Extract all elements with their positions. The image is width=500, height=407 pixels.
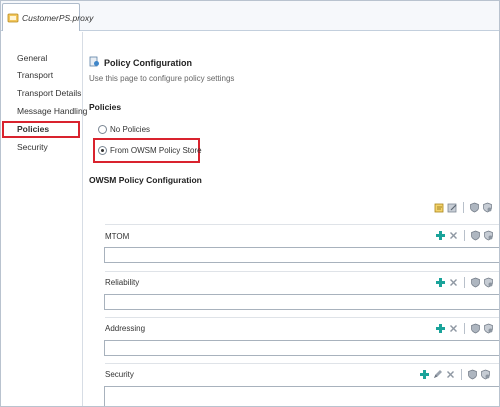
sidebar-item-security[interactable]: Security [17,141,48,153]
sidebar-item-transport-details[interactable]: Transport Details [17,87,81,99]
remove-icon[interactable] [448,323,459,334]
validate-icon[interactable] [469,202,480,213]
radio-label-no-policies: No Policies [110,124,151,134]
override-icon[interactable] [483,277,494,288]
validate-icon[interactable] [467,369,478,380]
toolbar-separator [461,369,462,380]
override-icon[interactable] [483,230,494,241]
validate-icon[interactable] [470,323,481,334]
add-icon[interactable] [435,230,446,241]
validate-icon[interactable] [470,230,481,241]
validate-icon[interactable] [470,277,481,288]
policies-section-title: Policies [89,102,122,112]
owsm-section-title: OWSM Policy Configuration [89,175,202,185]
editor-tab-strip: CustomerPS.proxy [1,1,499,31]
mtom-actions [435,230,494,241]
radio-from-owsm[interactable]: From OWSM Policy Store [98,144,202,156]
override-icon[interactable] [482,202,493,213]
policy-label-addressing: Addressing [105,324,146,333]
add-icon[interactable] [419,369,430,380]
toolbar-separator [464,230,465,241]
policy-field-addressing[interactable] [104,340,499,356]
security-actions [419,369,491,380]
row-divider [105,271,499,272]
edit-icon[interactable] [432,369,443,380]
policy-label-reliability: Reliability [105,278,140,287]
owsm-toolbar [434,202,493,213]
policy-label-mtom: MTOM [105,232,130,241]
add-icon[interactable] [435,323,446,334]
sidebar-item-policies[interactable]: Policies [2,121,80,138]
radio-button-selected[interactable] [98,145,107,155]
sidebar-item-general[interactable]: General [17,52,47,64]
attach-policy-icon[interactable] [434,202,445,213]
row-divider [105,363,499,364]
remove-icon[interactable] [448,230,459,241]
radio-label-from-owsm: From OWSM Policy Store [110,145,202,155]
edit-policy-icon[interactable] [447,202,458,213]
toolbar-separator [464,277,465,288]
row-divider [105,224,499,225]
page-title: Policy Configuration [104,58,193,68]
policy-field-security[interactable] [104,386,499,406]
toolbar-separator [463,202,464,213]
remove-icon[interactable] [445,369,456,380]
override-icon[interactable] [483,323,494,334]
editor-tab-label: CustomerPS.proxy [22,12,94,23]
row-divider [105,317,499,318]
remove-icon[interactable] [448,277,459,288]
policy-label-security: Security [105,370,134,379]
addressing-actions [435,323,494,334]
page-subtitle: Use this page to configure policy settin… [89,74,235,83]
sidebar-item-message-handling[interactable]: Message Handling [17,105,87,117]
override-icon[interactable] [480,369,491,380]
policy-configuration-panel: Policy Configuration Use this page to co… [84,32,499,406]
reliability-actions [435,277,494,288]
policy-config-icon [89,56,100,67]
toolbar-separator [464,323,465,334]
proxy-service-icon [7,12,19,24]
policy-field-mtom[interactable] [104,247,499,263]
add-icon[interactable] [435,277,446,288]
policy-field-reliability[interactable] [104,294,499,310]
editor-tab-customerps[interactable]: CustomerPS.proxy [2,3,93,31]
sidebar-nav: General Transport Transport Details Mess… [1,32,87,406]
radio-no-policies[interactable]: No Policies [98,123,150,135]
radio-button[interactable] [98,124,107,134]
sidebar-item-transport[interactable]: Transport [17,69,53,81]
editor-window: CustomerPS.proxy General Transport Trans… [0,0,500,407]
